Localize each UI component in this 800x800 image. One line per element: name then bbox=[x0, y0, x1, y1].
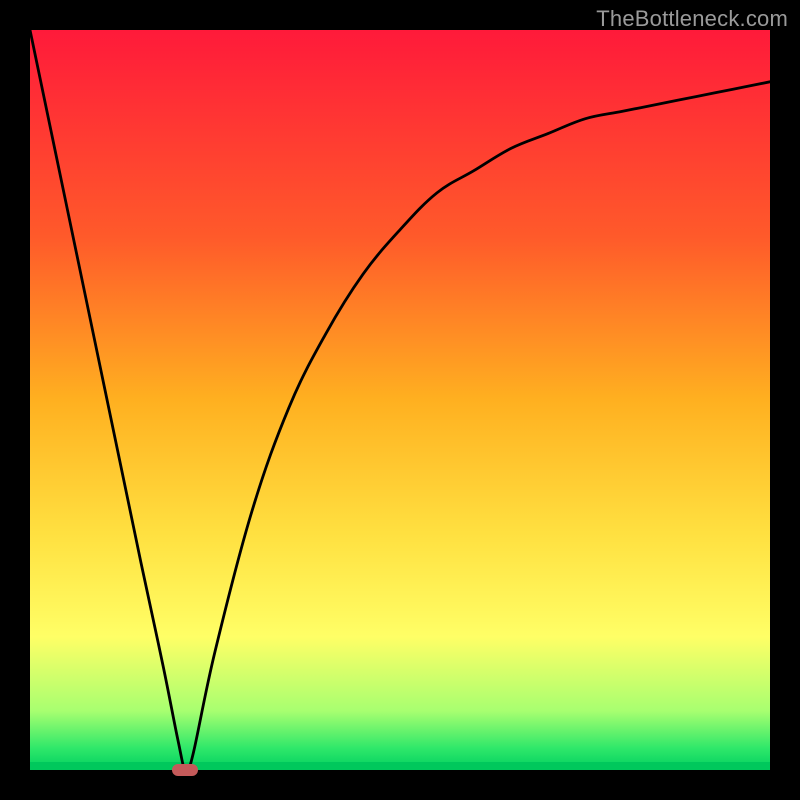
watermark-label: TheBottleneck.com bbox=[596, 6, 788, 32]
plot-area bbox=[30, 30, 770, 770]
chart-canvas: TheBottleneck.com bbox=[0, 0, 800, 800]
bottleneck-curve bbox=[30, 30, 770, 770]
minimum-marker bbox=[172, 764, 198, 776]
curve-svg bbox=[30, 30, 770, 770]
